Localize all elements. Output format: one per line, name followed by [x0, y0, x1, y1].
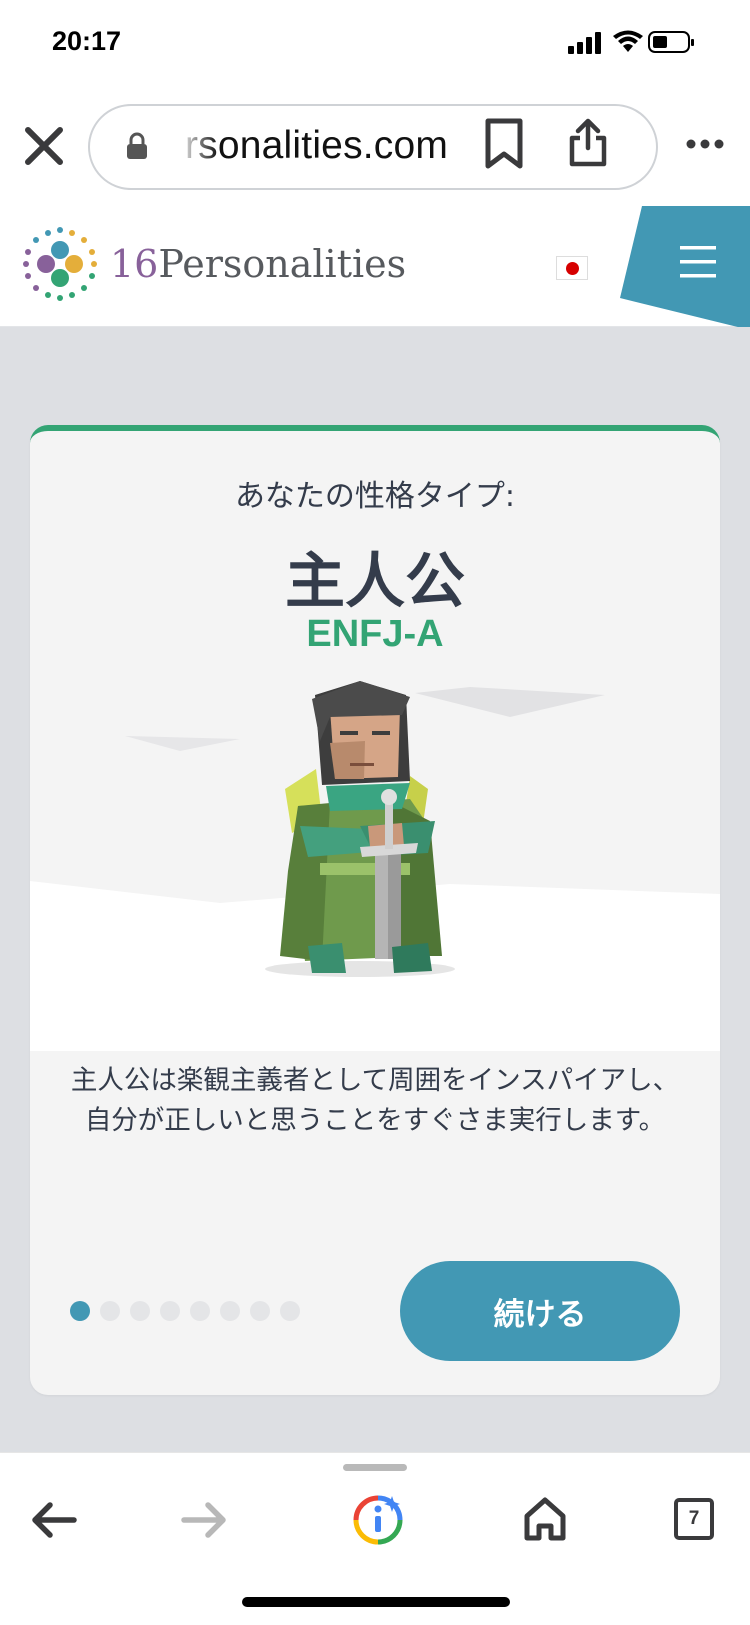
- cellular-signal-icon: [568, 32, 601, 54]
- progress-dot: [280, 1301, 300, 1321]
- personality-description: 主人公は楽観主義者として周囲をインスパイアし、自分が正しいと思うことをすぐさま実…: [70, 1065, 680, 1136]
- progress-dot-active: [70, 1301, 90, 1321]
- home-indicator[interactable]: [242, 1597, 510, 1607]
- site-logo-text[interactable]: 16Personalities: [110, 242, 406, 286]
- lock-icon: [127, 132, 147, 159]
- hamburger-menu-icon: [680, 246, 716, 250]
- progress-dot: [160, 1301, 180, 1321]
- japan-flag-icon[interactable]: [556, 256, 588, 280]
- progress-dot: [130, 1301, 150, 1321]
- google-lens-icon[interactable]: [352, 1494, 404, 1546]
- progress-dot: [100, 1301, 120, 1321]
- share-icon[interactable]: [566, 118, 610, 168]
- continue-button[interactable]: 続ける: [400, 1261, 680, 1361]
- result-card: あなたの性格タイプ: 主人公 ENFJ-A 主人公は楽観主義者として周囲をインス…: [30, 425, 720, 1395]
- progress-dot: [220, 1301, 240, 1321]
- close-icon[interactable]: [22, 124, 66, 168]
- url-text[interactable]: rsonalities.com: [185, 124, 448, 168]
- logo-number: 16: [110, 242, 159, 286]
- wifi-icon: [613, 30, 643, 52]
- logo-name: Personalities: [158, 242, 407, 286]
- forward-arrow-icon[interactable]: [180, 1500, 228, 1540]
- progress-dot: [250, 1301, 270, 1321]
- site-logo-icon[interactable]: [22, 226, 98, 302]
- personality-type-name: 主人公: [285, 547, 465, 617]
- menu-button[interactable]: [620, 206, 750, 330]
- progress-dot: [190, 1301, 210, 1321]
- tabs-count-button[interactable]: 7: [674, 1498, 714, 1540]
- protagonist-character-illustration: [30, 681, 720, 1051]
- progress-dots: [70, 1301, 300, 1323]
- home-icon[interactable]: [523, 1496, 567, 1542]
- battery-icon: [648, 31, 694, 53]
- more-options-icon[interactable]: [686, 138, 724, 150]
- status-time: 20:17: [52, 26, 122, 56]
- url-fade: [178, 118, 218, 174]
- bookmark-icon[interactable]: [484, 118, 524, 170]
- back-arrow-icon[interactable]: [30, 1500, 78, 1540]
- drag-handle[interactable]: [343, 1464, 407, 1471]
- personality-type-code: ENFJ-A: [306, 613, 444, 655]
- personality-type-label: あなたの性格タイプ:: [234, 479, 516, 514]
